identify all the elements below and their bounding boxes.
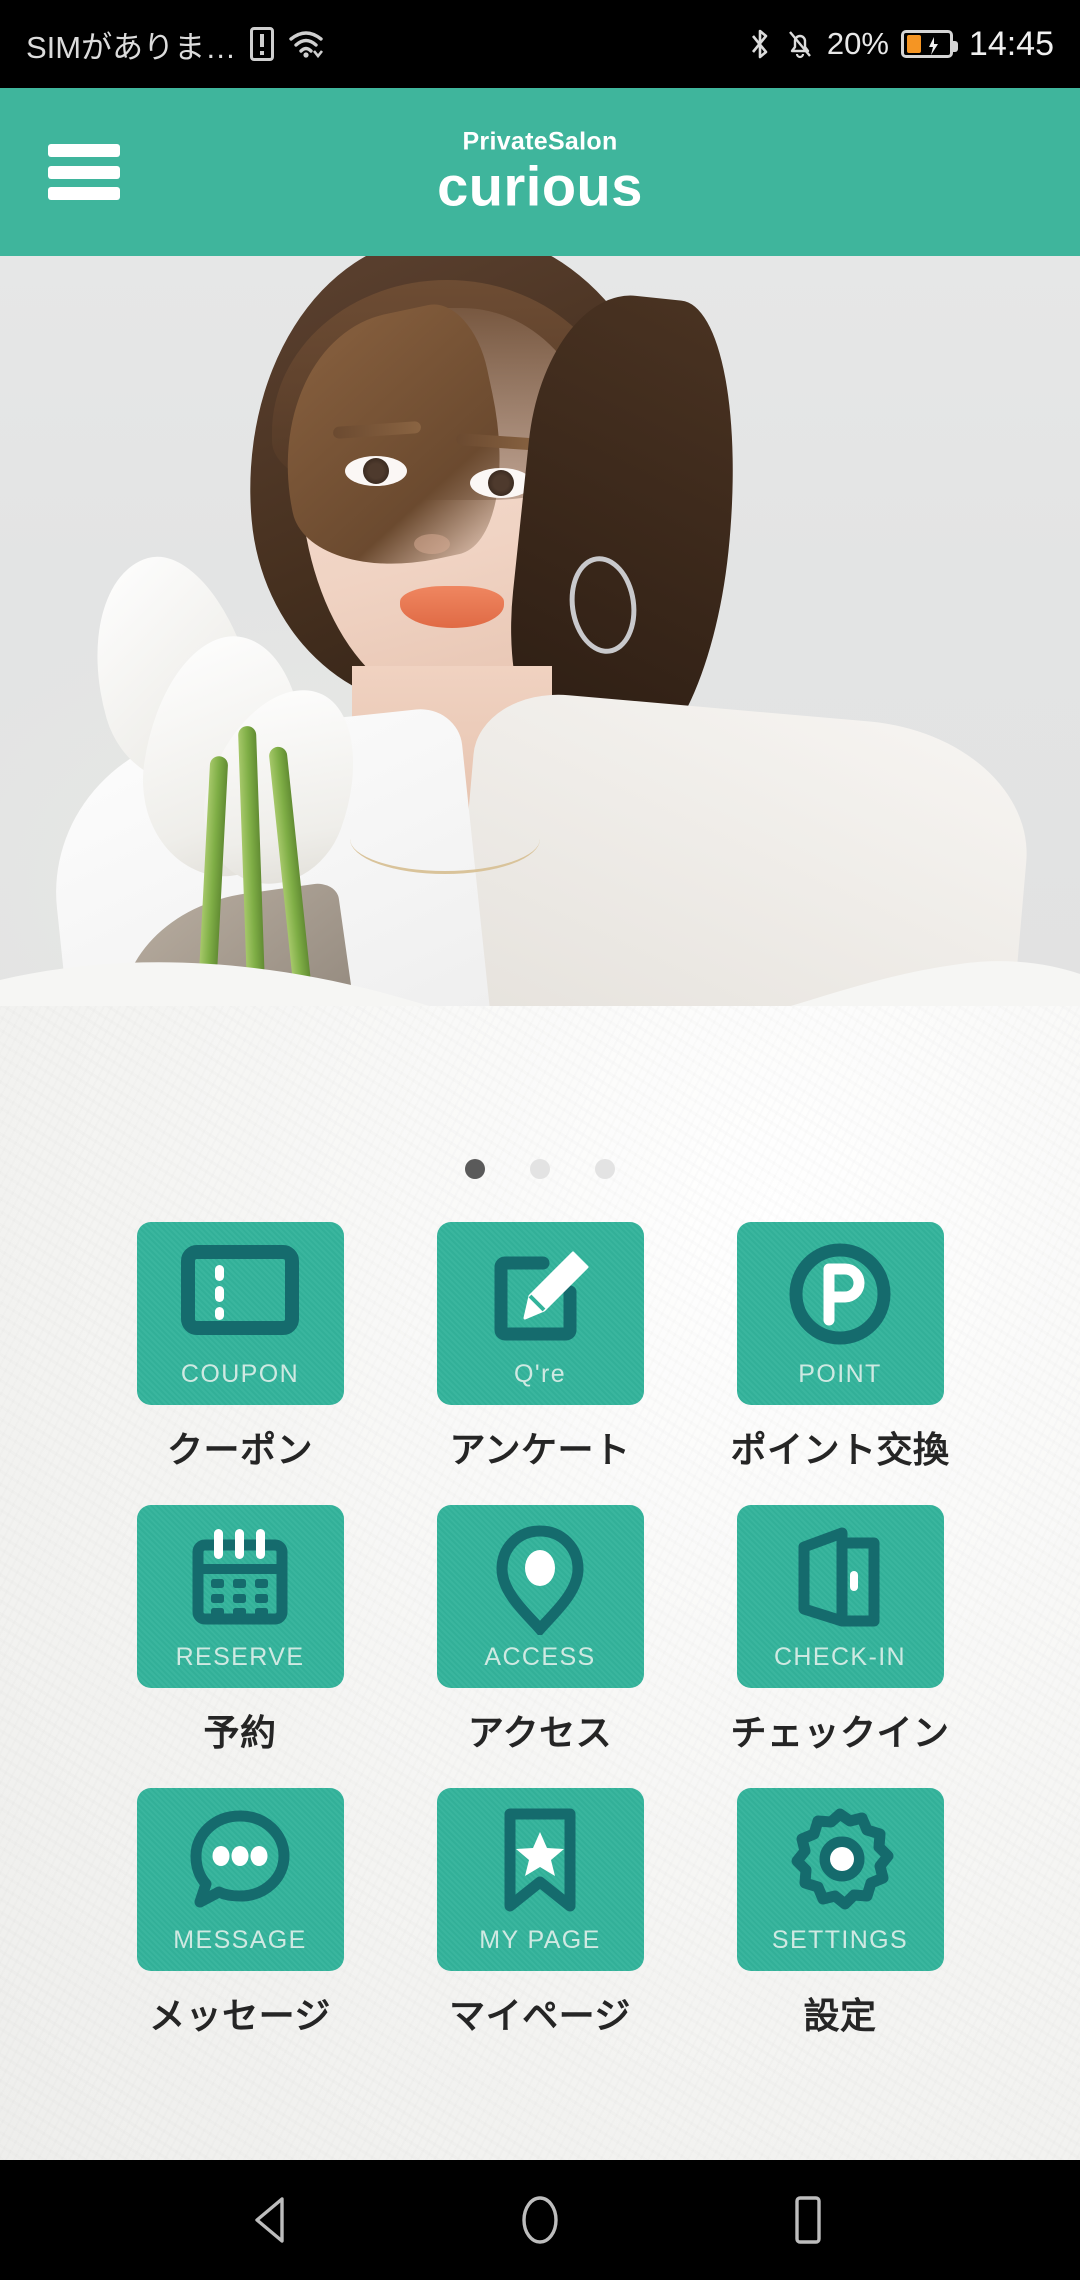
brand-supertitle: PrivateSalon	[462, 127, 618, 156]
message-label: メッセージ	[149, 1995, 331, 2036]
coupon-tile[interactable]: COUPON	[136, 1222, 344, 1405]
calendar-icon	[184, 1523, 296, 1631]
point-tile-label: POINT	[798, 1360, 882, 1388]
home-circle-icon[interactable]	[509, 2189, 571, 2251]
app-logo: PrivateSalon curious	[437, 127, 643, 218]
mypage-label: マイページ	[449, 1995, 631, 2036]
carousel-indicator[interactable]	[465, 1159, 615, 1179]
wifi-icon	[288, 29, 324, 59]
model-eye-left	[345, 456, 407, 486]
menu-item-message[interactable]: MESSAGE メッセージ	[134, 1788, 346, 2039]
access-label: アクセス	[467, 1712, 613, 1753]
carrier-label: SIMがありま…	[26, 29, 237, 65]
model-necklace	[350, 804, 540, 874]
menu-item-point[interactable]: POINT ポイント交換	[731, 1222, 949, 1473]
access-tile[interactable]: ACCESS	[436, 1505, 644, 1688]
carousel-dot-1[interactable]	[465, 1159, 485, 1179]
hero-carousel-image[interactable]	[0, 256, 1080, 1056]
message-tile[interactable]: MESSAGE	[136, 1788, 344, 1971]
menu-item-access[interactable]: ACCESS アクセス	[434, 1505, 646, 1756]
reserve-label: 予約	[203, 1712, 277, 1753]
carousel-dot-2[interactable]	[530, 1159, 550, 1179]
mypage-tile[interactable]: MY PAGE	[436, 1788, 644, 1971]
questionnaire-tile[interactable]: Q're	[436, 1222, 644, 1405]
point-p-circle-icon	[784, 1240, 896, 1348]
coupon-tile-label: COUPON	[180, 1360, 300, 1388]
bell-mute-icon	[785, 28, 815, 60]
questionnaire-label: アンケート	[449, 1429, 631, 1470]
back-triangle-icon[interactable]	[241, 2189, 303, 2251]
menu-item-coupon[interactable]: COUPON クーポン	[134, 1222, 346, 1473]
model-nose	[414, 534, 450, 554]
battery-charging-icon	[900, 30, 958, 58]
recents-square-icon[interactable]	[777, 2189, 839, 2251]
point-tile[interactable]: POINT	[736, 1222, 944, 1405]
settings-label: 設定	[803, 1995, 877, 2036]
status-bar: SIMがありま… 20% 14:45	[0, 0, 1080, 88]
point-label: ポイント交換	[730, 1429, 950, 1470]
android-navigation-bar	[0, 2160, 1080, 2280]
menu-grid: COUPON クーポン Q're アンケート POINT ポイント交換 RESE…	[0, 1222, 1080, 2039]
checkin-tile[interactable]: CHECK-IN	[736, 1505, 944, 1688]
mypage-tile-label: MY PAGE	[479, 1926, 601, 1954]
map-pin-icon	[488, 1523, 592, 1635]
bluetooth-icon	[747, 27, 773, 61]
coupon-ticket-icon	[181, 1240, 299, 1340]
main-content: COUPON クーポン Q're アンケート POINT ポイント交換 RESE…	[0, 1006, 1080, 2160]
menu-item-mypage[interactable]: MY PAGE マイページ	[434, 1788, 646, 2039]
battery-percent-label: 20%	[826, 26, 889, 61]
status-bar-right: 20% 14:45	[747, 25, 1054, 64]
access-tile-label: ACCESS	[484, 1643, 596, 1671]
message-tile-label: MESSAGE	[173, 1926, 307, 1954]
checkin-tile-label: CHECK-IN	[773, 1643, 907, 1671]
reserve-tile-label: RESERVE	[175, 1643, 305, 1671]
app-header: PrivateSalon curious	[0, 88, 1080, 256]
sim-card-alert-icon	[250, 27, 275, 61]
carousel-dot-3[interactable]	[595, 1159, 615, 1179]
menu-item-settings[interactable]: SETTINGS 設定	[734, 1788, 946, 2039]
brand-title: curious	[437, 154, 643, 218]
checkin-label: チェックイン	[730, 1712, 950, 1753]
settings-tile[interactable]: SETTINGS	[736, 1788, 944, 1971]
menu-item-checkin[interactable]: CHECK-IN チェックイン	[731, 1505, 949, 1756]
gear-icon	[784, 1806, 896, 1916]
menu-item-reserve[interactable]: RESERVE 予約	[134, 1505, 346, 1756]
status-bar-left: SIMがありま…	[26, 22, 324, 67]
reserve-tile[interactable]: RESERVE	[136, 1505, 344, 1688]
app-root: SIMがありま… 20% 14:45 PrivateSalon curious …	[0, 0, 1080, 2280]
questionnaire-tile-label: Q're	[513, 1360, 567, 1388]
open-door-icon	[784, 1523, 896, 1631]
pencil-square-icon	[481, 1240, 599, 1345]
bookmark-star-icon	[492, 1806, 588, 1918]
clock-label: 14:45	[968, 24, 1054, 63]
menu-item-questionnaire[interactable]: Q're アンケート	[434, 1222, 646, 1473]
chat-bubble-icon	[182, 1806, 298, 1912]
settings-tile-label: SETTINGS	[771, 1926, 909, 1954]
hamburger-menu-icon[interactable]	[48, 144, 120, 200]
coupon-label: クーポン	[166, 1429, 313, 1470]
